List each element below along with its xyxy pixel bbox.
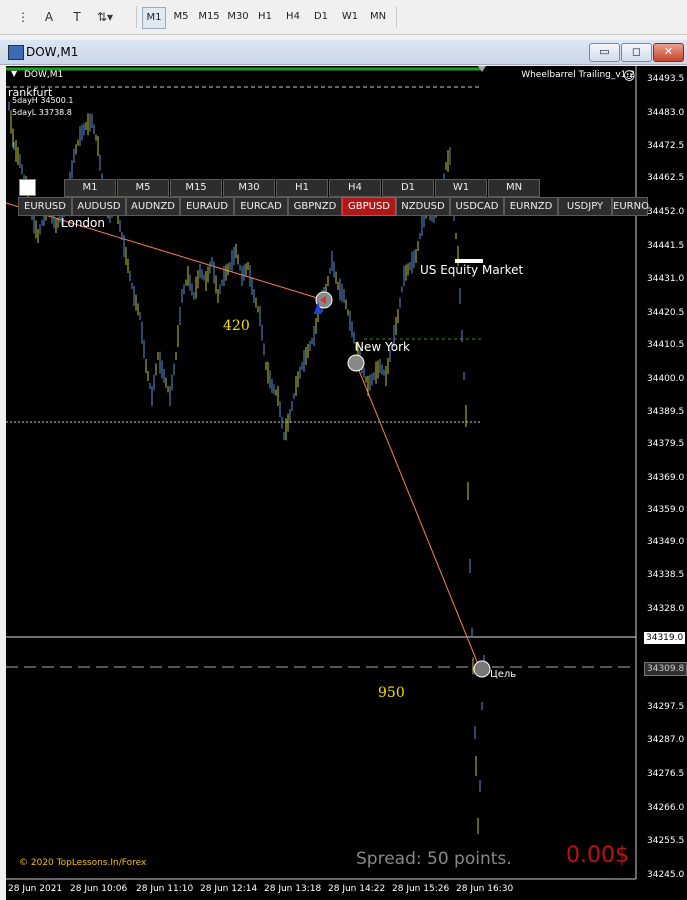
time-axis-label: 28 Jun 2021 xyxy=(8,884,63,894)
info-5day-low: 5dayL 33738.8 xyxy=(12,108,72,117)
trade-target-marker xyxy=(473,660,491,678)
panel-tf-d1[interactable]: D1 xyxy=(382,179,434,197)
chart-window-titlebar[interactable]: DOW,M1 ▭ ◻ ✕ xyxy=(0,40,687,65)
panel-tf-h1[interactable]: H1 xyxy=(276,179,328,197)
price-chart[interactable]: ▼ DOW,M1 Wheelbarrel Trailing_v1.2 ☺ ran… xyxy=(6,66,687,900)
price-axis-label: 34472.5 xyxy=(647,141,685,152)
time-axis-label: 28 Jun 10:06 xyxy=(70,884,128,894)
current-price-tag: 34319.0 xyxy=(644,632,686,644)
price-axis-label: 34276.5 xyxy=(647,769,685,780)
info-5day-high: 5dayH 34500.1 xyxy=(12,96,74,105)
tab-m1[interactable]: M1 xyxy=(142,7,166,29)
tab-h1[interactable]: H1 xyxy=(254,7,276,27)
symbol-usdcad[interactable]: USDCAD xyxy=(450,197,504,216)
symbol-euraud[interactable]: EURAUD xyxy=(180,197,234,216)
window-title: DOW,M1 xyxy=(26,45,79,59)
tab-h4[interactable]: H4 xyxy=(282,7,304,27)
target-label: Цель xyxy=(490,669,517,680)
shapes-icon[interactable]: ⇅▾ xyxy=(96,8,114,26)
toolbar: ⋮ A T ⇅▾ M1 M5 M15 M30 H1 H4 D1 W1 MN xyxy=(0,0,687,35)
pips-label-950: 950 xyxy=(378,685,405,701)
tab-m5[interactable]: M5 xyxy=(170,7,192,27)
symbol-eurnzd[interactable]: EURNZD xyxy=(504,197,558,216)
session-label-new-york: New York xyxy=(355,340,410,354)
session-label-us-equity: US Equity Market xyxy=(420,263,524,277)
price-axis-label: 34349.0 xyxy=(647,536,685,547)
time-axis-label: 28 Jun 16:30 xyxy=(456,884,514,894)
expert-advisor-name: Wheelbarrel Trailing_v1.2 xyxy=(521,70,635,80)
symbol-usdjpy[interactable]: USDJPY xyxy=(558,197,612,216)
pips-label-420: 420 xyxy=(223,318,250,334)
panel-tf-m5[interactable]: M5 xyxy=(117,179,169,197)
close-button[interactable]: ✕ xyxy=(653,43,684,62)
panel-tf-mn[interactable]: MN xyxy=(488,179,540,197)
trade-marker-2 xyxy=(347,354,365,372)
text-icon[interactable]: A xyxy=(40,8,58,26)
price-axis-label: 34462.5 xyxy=(647,173,685,184)
session-label-london: London xyxy=(61,216,105,230)
symbol-eurusd[interactable]: EURUSD xyxy=(18,197,72,216)
panel-tf-w1[interactable]: W1 xyxy=(435,179,487,197)
panel-tf-m30[interactable]: M30 xyxy=(223,179,275,197)
panel-tf-h4[interactable]: H4 xyxy=(329,179,381,197)
price-axis-label: 34255.5 xyxy=(647,836,685,847)
price-axis-label: 34400.0 xyxy=(647,373,685,384)
price-axis-label: 34338.5 xyxy=(647,570,685,581)
price-axis-label: 34359.0 xyxy=(647,504,685,515)
tab-m30[interactable]: M30 xyxy=(225,7,251,27)
symbol-gbpusd[interactable]: GBPUSD xyxy=(342,197,396,216)
spread-text: Spread: 50 points. xyxy=(356,849,512,869)
price-axis-label: 34297.5 xyxy=(647,701,685,712)
time-axis-label: 28 Jun 14:22 xyxy=(328,884,386,894)
symbol-eurno[interactable]: EURNO xyxy=(612,197,649,216)
tab-d1[interactable]: D1 xyxy=(310,7,332,27)
trend-line-2 xyxy=(355,362,481,670)
panel-toggle-checkbox[interactable] xyxy=(19,179,36,196)
price-axis-label: 34410.5 xyxy=(647,339,685,350)
minimize-button[interactable]: ▭ xyxy=(589,43,620,62)
target-price-tag: 34309.8 xyxy=(644,662,687,676)
tab-m15[interactable]: M15 xyxy=(196,7,222,27)
restore-button[interactable]: ◻ xyxy=(621,43,652,62)
symbol-audusd[interactable]: AUDUSD xyxy=(72,197,126,216)
price-axis-label: 34483.0 xyxy=(647,107,685,118)
copyright-text: © 2020 TopLessons.In/Forex xyxy=(19,858,147,868)
price-axis-label: 34389.5 xyxy=(647,407,685,418)
symbol-eurcad[interactable]: EURCAD xyxy=(234,197,288,216)
time-axis-label: 28 Jun 15:26 xyxy=(392,884,450,894)
panel-tf-m15[interactable]: M15 xyxy=(170,179,222,197)
price-axis-label: 34245.0 xyxy=(647,870,685,880)
text-label-icon[interactable]: T xyxy=(68,8,86,26)
price-axis-label: 34452.0 xyxy=(647,206,685,217)
price-axis-label: 34441.5 xyxy=(647,240,685,251)
chart-symbol-label: DOW,M1 xyxy=(24,70,64,80)
symbol-audnzd[interactable]: AUDNZD xyxy=(126,197,180,216)
price-axis-label: 34287.0 xyxy=(647,735,685,746)
time-axis-label: 28 Jun 12:14 xyxy=(200,884,258,894)
smiley-icon: ☺ xyxy=(623,69,636,83)
chart-dropdown-icon[interactable]: ▼ xyxy=(11,69,17,78)
tab-w1[interactable]: W1 xyxy=(338,7,362,27)
crosshair-grid-icon[interactable]: ⋮ xyxy=(14,8,32,26)
time-axis-label: 28 Jun 11:10 xyxy=(136,884,194,894)
price-axis-label: 34266.0 xyxy=(647,802,685,813)
price-axis-label: 34493.5 xyxy=(647,74,685,84)
panel-tf-m1[interactable]: M1 xyxy=(64,179,116,197)
tab-mn[interactable]: MN xyxy=(366,7,390,27)
time-axis-label: 28 Jun 13:18 xyxy=(264,884,322,894)
price-axis-label: 34328.0 xyxy=(647,604,685,615)
price-axis-label: 34379.5 xyxy=(647,439,685,450)
symbol-nzdusd[interactable]: NZDUSD xyxy=(396,197,450,216)
price-axis-label: 34431.0 xyxy=(647,274,685,285)
chart-window-icon xyxy=(8,45,24,60)
profit-text: 0.00$ xyxy=(566,843,629,868)
price-axis-label: 34420.5 xyxy=(647,307,685,318)
symbol-gbpnzd[interactable]: GBPNZD xyxy=(288,197,342,216)
price-axis-label: 34369.0 xyxy=(647,472,685,483)
